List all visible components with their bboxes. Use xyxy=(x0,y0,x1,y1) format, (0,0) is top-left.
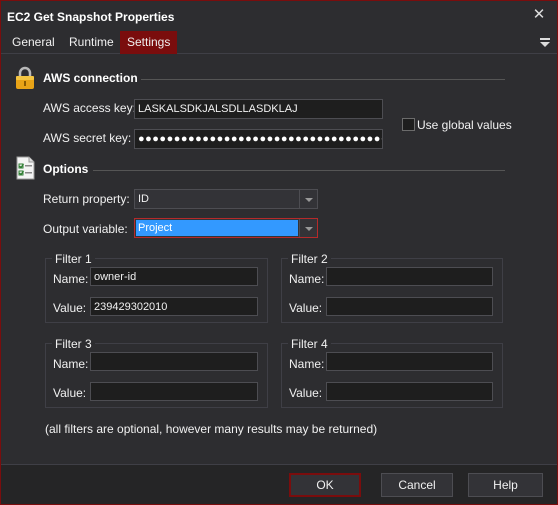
ok-button[interactable]: OK xyxy=(289,473,361,497)
tab-general[interactable]: General xyxy=(5,31,62,54)
section-divider xyxy=(141,79,505,80)
output-variable-label: Output variable: xyxy=(43,222,128,236)
filter-3-title: Filter 3 xyxy=(52,337,95,351)
filter-3-name-field[interactable] xyxy=(90,352,258,371)
filter-2-name-field[interactable] xyxy=(326,267,493,286)
filters-note: (all filters are optional, however many … xyxy=(45,422,378,436)
dialog-window: EC2 Get Snapshot Properties ✕ General Ru… xyxy=(0,0,558,505)
output-variable-value: Project xyxy=(136,220,298,236)
filter-1-group: Filter 1 Name: owner-id Value: 239429302… xyxy=(45,252,268,323)
filter-3-group: Filter 3 Name: Value: xyxy=(45,337,268,408)
help-button[interactable]: Help xyxy=(468,473,543,497)
tab-bar: General Runtime Settings xyxy=(1,31,557,54)
chevron-down-icon[interactable] xyxy=(299,190,317,208)
filter-2-title: Filter 2 xyxy=(288,252,331,266)
return-property-label: Return property: xyxy=(43,192,130,206)
cancel-button[interactable]: Cancel xyxy=(381,473,453,497)
filter-1-name-label: Name: xyxy=(53,272,89,286)
filter-4-value-field[interactable] xyxy=(326,382,493,401)
filter-1-title: Filter 1 xyxy=(52,252,95,266)
tab-settings[interactable]: Settings xyxy=(120,31,178,54)
checklist-icon xyxy=(16,156,35,180)
filter-4-value-label: Value: xyxy=(289,386,323,400)
filter-4-title: Filter 4 xyxy=(288,337,331,351)
title-bar: EC2 Get Snapshot Properties ✕ xyxy=(1,1,557,31)
filter-2-name-label: Name: xyxy=(289,272,325,286)
filter-2-value-label: Value: xyxy=(289,301,323,315)
filter-3-value-field[interactable] xyxy=(90,382,258,401)
use-global-checkbox[interactable] xyxy=(402,118,415,131)
access-key-field[interactable]: LASKALSDKJALSDLLASDKLAJ xyxy=(134,99,383,119)
output-variable-select[interactable]: Project xyxy=(134,218,318,238)
settings-panel: AWS connection AWS access key: LASKALSDK… xyxy=(1,55,557,464)
filter-4-name-field[interactable] xyxy=(326,352,493,371)
tab-menu-icon[interactable] xyxy=(539,36,551,48)
filter-3-value-label: Value: xyxy=(53,386,87,400)
filter-2-value-field[interactable] xyxy=(326,297,493,316)
chevron-down-icon[interactable] xyxy=(299,219,317,237)
lock-icon xyxy=(16,66,34,89)
secret-key-field[interactable]: ●●●●●●●●●●●●●●●●●●●●●●●●●●●●●●●●●●●●●●●●… xyxy=(134,129,383,149)
filter-4-name-label: Name: xyxy=(289,357,325,371)
filter-1-value-field[interactable]: 239429302010 xyxy=(90,297,258,316)
secret-key-label: AWS secret key: xyxy=(43,131,132,145)
filter-4-group: Filter 4 Name: Value: xyxy=(281,337,503,408)
return-property-select[interactable]: ID xyxy=(134,189,318,209)
aws-connection-heading: AWS connection xyxy=(43,71,138,85)
window-title: EC2 Get Snapshot Properties xyxy=(7,10,175,24)
use-global-label: Use global values xyxy=(417,118,512,132)
return-property-value: ID xyxy=(138,193,149,205)
button-bar: OK Cancel Help xyxy=(1,464,557,504)
filter-3-name-label: Name: xyxy=(53,357,89,371)
filter-1-value-label: Value: xyxy=(53,301,87,315)
filter-2-group: Filter 2 Name: Value: xyxy=(281,252,503,323)
tab-runtime[interactable]: Runtime xyxy=(62,31,121,54)
access-key-label: AWS access key: xyxy=(43,101,136,115)
section-divider xyxy=(93,170,505,171)
options-heading: Options xyxy=(43,162,89,176)
close-icon[interactable]: ✕ xyxy=(529,5,549,25)
filter-1-name-field[interactable]: owner-id xyxy=(90,267,258,286)
